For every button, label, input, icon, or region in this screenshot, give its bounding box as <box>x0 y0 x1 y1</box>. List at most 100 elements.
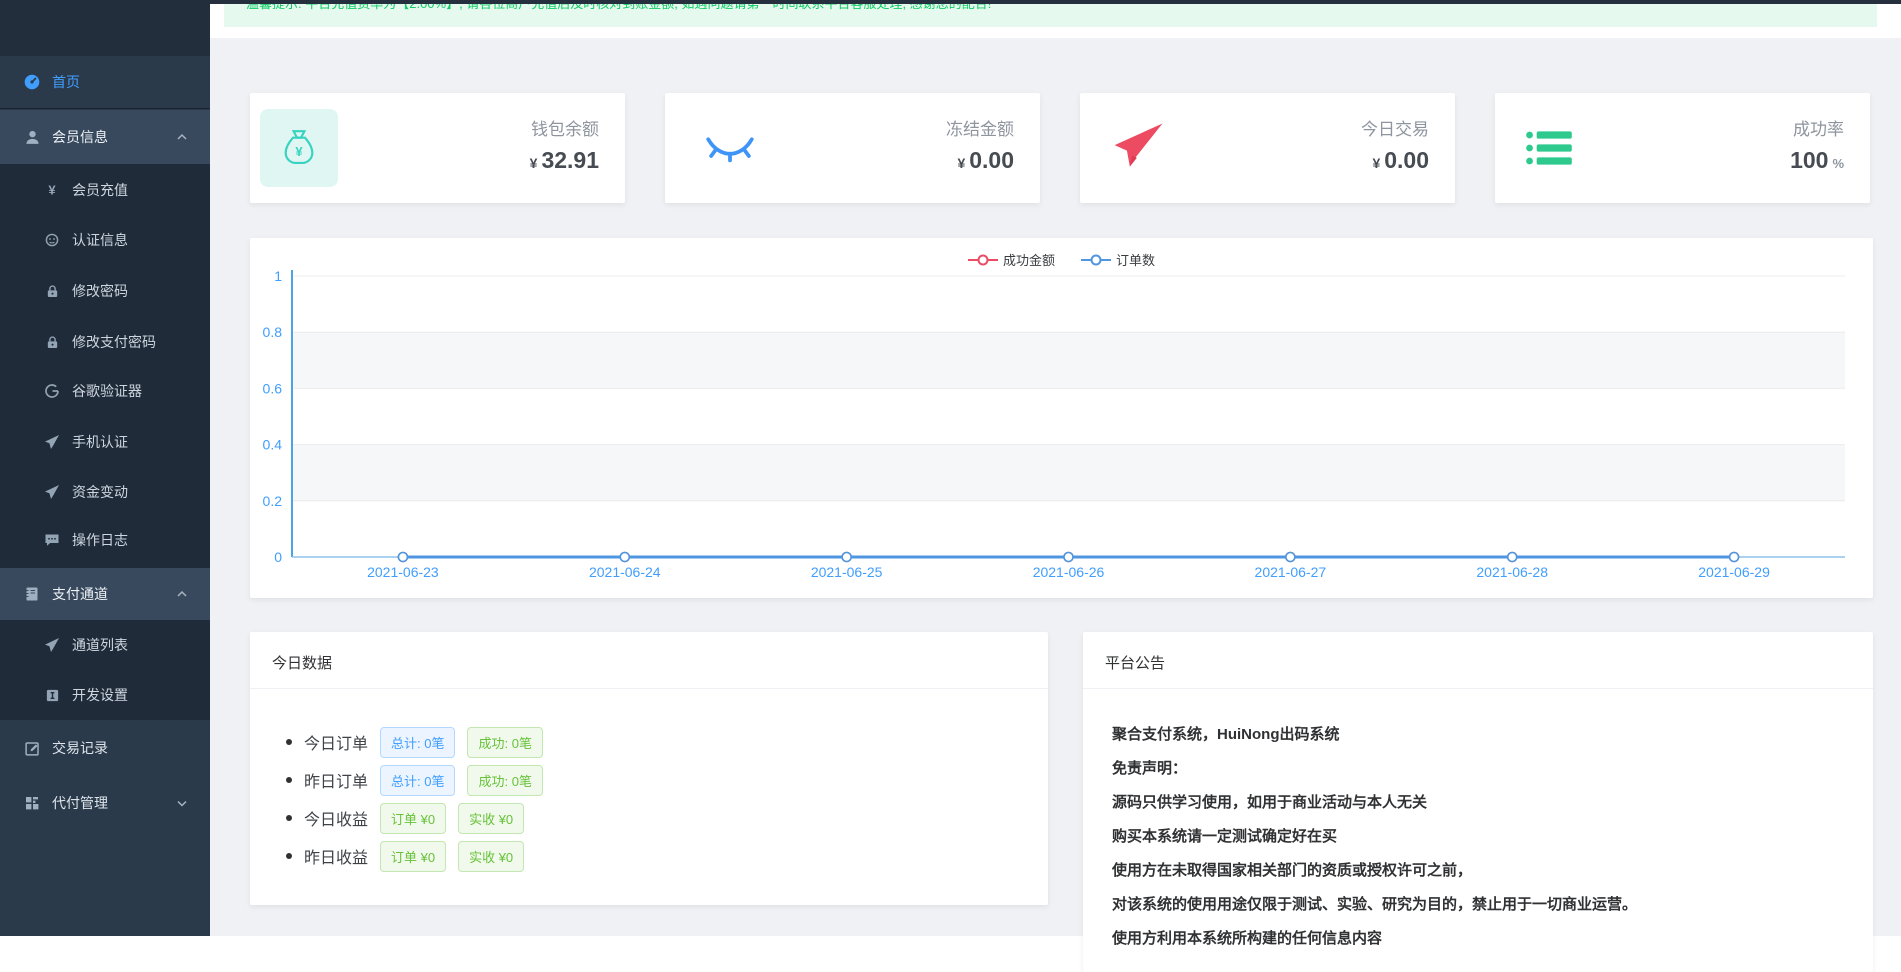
sidebar-item-member-recharge[interactable]: ¥ 会员充值 <box>0 165 210 215</box>
card-header: 平台公告 <box>1083 632 1873 689</box>
total-badge: 总计: 0笔 <box>380 727 455 758</box>
received-badge: 实收 ¥0 <box>458 841 524 872</box>
yen-icon: ¥ <box>42 180 62 200</box>
sidebar-item-change-pay-password[interactable]: 修改支付密码 <box>0 317 210 367</box>
announcement-text: 聚合支付系统，HuiNong出码系统 免责声明： 源码只供学习使用，如用于商业活… <box>1112 718 1842 956</box>
announcement-line: 源码只供学习使用，如用于商业活动与本人无关 <box>1112 786 1842 820</box>
svg-text:2021-06-27: 2021-06-27 <box>1255 564 1327 580</box>
order-badge: 订单 ¥0 <box>380 841 446 872</box>
announcement-line: 购买本系统请一定测试确定好在买 <box>1112 820 1842 854</box>
sidebar-item-phone-auth[interactable]: 手机认证 <box>0 417 210 467</box>
bullet-icon <box>286 777 292 783</box>
sidebar-item-label: 资金变动 <box>72 482 128 502</box>
success-badge: 成功: 0笔 <box>467 727 542 758</box>
sidebar-section-member-info[interactable]: 会员信息 <box>0 110 210 164</box>
sidebar-item-label: 交易记录 <box>52 738 108 758</box>
platform-announcement-card: 平台公告 聚合支付系统，HuiNong出码系统 免责声明： 源码只供学习使用，如… <box>1083 632 1873 972</box>
announcement-line: 免责声明： <box>1112 752 1842 786</box>
list-item: 今日订单 总计: 0笔 成功: 0笔 <box>286 728 543 756</box>
sidebar-item-label: 操作日志 <box>72 530 128 550</box>
today-transactions-card: 今日交易 ¥0.00 <box>1080 93 1455 203</box>
sidebar-item-fund-changes[interactable]: 资金变动 <box>0 467 210 517</box>
paper-plane-icon <box>42 482 62 502</box>
stat-value: 100% <box>1790 147 1844 174</box>
sidebar-section-payout-management[interactable]: 代付管理 <box>0 778 210 828</box>
grid-icon <box>22 793 42 813</box>
svg-text:0: 0 <box>274 549 282 565</box>
stat-value: ¥0.00 <box>1372 147 1429 174</box>
bullet-icon <box>286 739 292 745</box>
card-title: 今日数据 <box>272 652 332 673</box>
sidebar-item-label: 手机认证 <box>72 432 128 452</box>
sidebar-item-label: 会员充值 <box>72 180 128 200</box>
stat-title: 冻结金额 <box>946 115 1014 140</box>
sidebar-item-change-password[interactable]: 修改密码 <box>0 266 210 316</box>
list-item: 昨日收益 订单 ¥0 实收 ¥0 <box>286 842 524 870</box>
announcement-line: 使用方在未取得国家相关部门的资质或授权许可之前， <box>1112 854 1842 888</box>
sidebar-logo-area <box>0 0 210 56</box>
line-chart-canvas: 00.20.40.60.812021-06-232021-06-242021-0… <box>250 238 1873 598</box>
svg-text:2021-06-29: 2021-06-29 <box>1698 564 1770 580</box>
announcement-line: 聚合支付系统，HuiNong出码系统 <box>1112 718 1842 752</box>
paper-plane-icon <box>1110 93 1166 203</box>
sidebar-divider <box>0 108 210 109</box>
announcement-line: 使用方利用本系统所构建的任何信息内容 <box>1112 922 1842 956</box>
ledger-icon <box>22 584 42 604</box>
svg-text:0.2: 0.2 <box>263 493 283 509</box>
row-label: 今日收益 <box>304 806 368 830</box>
svg-text:2021-06-28: 2021-06-28 <box>1476 564 1548 580</box>
bullet-icon <box>286 815 292 821</box>
edit-icon <box>22 738 42 758</box>
orders-chart-card: 成功金额订单数 00.20.40.60.812021-06-232021-06-… <box>250 238 1873 598</box>
lock-icon <box>42 332 62 352</box>
sidebar-section-label: 支付通道 <box>52 584 108 604</box>
success-rate-card: 成功率 100% <box>1495 93 1870 203</box>
svg-text:0.6: 0.6 <box>263 380 283 396</box>
total-badge: 总计: 0笔 <box>380 765 455 796</box>
comment-icon <box>42 530 62 550</box>
sidebar-item-label: 首页 <box>52 72 80 92</box>
card-header: 今日数据 <box>250 632 1048 689</box>
info-square-icon <box>42 685 62 705</box>
sidebar-item-label: 认证信息 <box>72 230 128 250</box>
sidebar-item-google-authenticator[interactable]: 谷歌验证器 <box>0 366 210 416</box>
stat-title: 成功率 <box>1793 115 1844 140</box>
lock-icon <box>42 281 62 301</box>
svg-text:2021-06-23: 2021-06-23 <box>367 564 439 580</box>
sidebar-item-label: 修改密码 <box>72 281 128 301</box>
chevron-down-icon <box>176 797 188 809</box>
chevron-up-icon <box>176 588 188 600</box>
announcement-line: 对该系统的使用用途仅限于测试、实验、研究为目的，禁止用于一切商业运营。 <box>1112 888 1842 922</box>
notice-banner-text: 温馨提示: 平台充值费率为【2.00%】, 请各位商户充值后及时核对到账金额, … <box>246 4 991 12</box>
sidebar-section-payment-channel[interactable]: 支付通道 <box>0 568 210 620</box>
svg-text:¥: ¥ <box>48 183 56 198</box>
sidebar-item-operation-log[interactable]: 操作日志 <box>0 515 210 565</box>
dashboard-icon <box>22 72 42 92</box>
sidebar-item-transaction-records[interactable]: 交易记录 <box>0 723 210 773</box>
google-icon <box>42 381 62 401</box>
received-badge: 实收 ¥0 <box>458 803 524 834</box>
svg-text:¥: ¥ <box>295 144 303 159</box>
bullet-icon <box>286 853 292 859</box>
svg-text:2021-06-26: 2021-06-26 <box>1033 564 1105 580</box>
svg-text:1: 1 <box>274 268 282 284</box>
order-badge: 订单 ¥0 <box>380 803 446 834</box>
sidebar-item-channel-list[interactable]: 通道列表 <box>0 620 210 670</box>
face-id-icon <box>42 230 62 250</box>
svg-text:0.8: 0.8 <box>263 324 283 340</box>
sidebar-item-dev-settings[interactable]: 开发设置 <box>0 670 210 720</box>
notice-banner: 温馨提示: 平台充值费率为【2.00%】, 请各位商户充值后及时核对到账金额, … <box>224 4 1877 27</box>
stat-title: 今日交易 <box>1361 115 1429 140</box>
stat-value: ¥0.00 <box>957 147 1014 174</box>
sidebar-item-label: 代付管理 <box>52 793 108 813</box>
sidebar-item-home[interactable]: 首页 <box>0 57 210 107</box>
paper-plane-icon <box>42 635 62 655</box>
sidebar-item-label: 谷歌验证器 <box>72 381 142 401</box>
success-badge: 成功: 0笔 <box>467 765 542 796</box>
money-bag-icon: ¥ <box>260 93 338 203</box>
row-label: 今日订单 <box>304 730 368 754</box>
sidebar-item-label: 通道列表 <box>72 635 128 655</box>
frozen-amount-card: 冻结金额 ¥0.00 <box>665 93 1040 203</box>
top-bar <box>210 0 1901 4</box>
sidebar-item-auth-info[interactable]: 认证信息 <box>0 215 210 265</box>
